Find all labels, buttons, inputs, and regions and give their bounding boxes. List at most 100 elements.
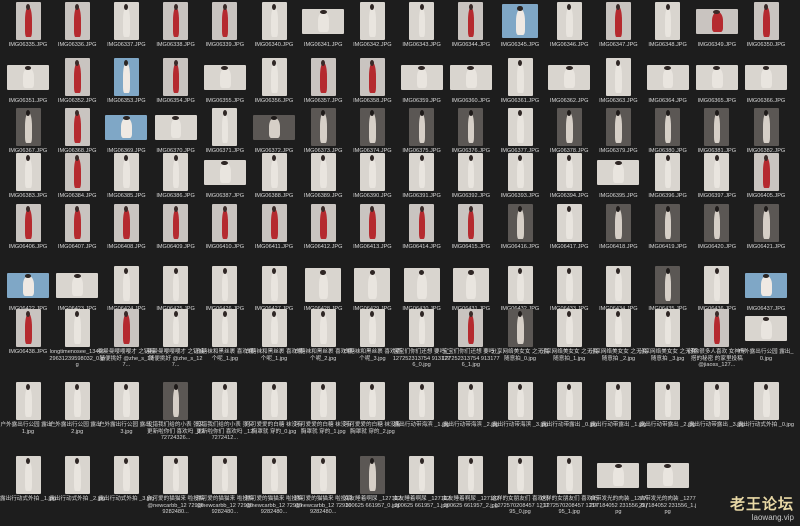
file-thumbnail[interactable] xyxy=(507,58,533,96)
file-thumbnail[interactable] xyxy=(458,456,484,494)
file-thumbnail[interactable] xyxy=(15,153,41,191)
file-thumbnail[interactable] xyxy=(704,153,730,191)
file-thumbnail[interactable] xyxy=(359,309,385,347)
file-thumbnail[interactable] xyxy=(261,309,287,347)
file-thumbnail[interactable] xyxy=(458,108,484,146)
file-thumbnail[interactable] xyxy=(458,2,484,40)
file-thumbnail[interactable] xyxy=(655,266,681,304)
file-thumbnail[interactable] xyxy=(64,2,90,40)
file-thumbnail[interactable] xyxy=(655,309,681,347)
file-thumbnail[interactable] xyxy=(597,159,640,185)
file-thumbnail[interactable] xyxy=(753,204,779,242)
file-thumbnail[interactable] xyxy=(605,58,631,96)
file-thumbnail[interactable] xyxy=(403,268,440,302)
file-thumbnail[interactable] xyxy=(655,153,681,191)
file-thumbnail[interactable] xyxy=(212,204,238,242)
file-thumbnail[interactable] xyxy=(163,2,189,40)
file-thumbnail[interactable] xyxy=(400,64,443,90)
file-thumbnail[interactable] xyxy=(310,204,336,242)
file-thumbnail[interactable] xyxy=(212,382,238,420)
file-thumbnail[interactable] xyxy=(56,272,99,298)
file-thumbnail[interactable] xyxy=(7,64,49,90)
file-thumbnail[interactable] xyxy=(704,266,730,304)
file-thumbnail[interactable] xyxy=(548,64,591,90)
file-thumbnail[interactable] xyxy=(64,108,90,146)
file-thumbnail[interactable] xyxy=(163,153,189,191)
file-thumbnail[interactable] xyxy=(203,159,246,185)
file-thumbnail[interactable] xyxy=(409,382,435,420)
file-thumbnail[interactable] xyxy=(15,204,41,242)
file-thumbnail[interactable] xyxy=(359,2,385,40)
file-thumbnail[interactable] xyxy=(458,309,484,347)
file-thumbnail[interactable] xyxy=(409,309,435,347)
file-thumbnail[interactable] xyxy=(261,382,287,420)
file-thumbnail[interactable] xyxy=(261,153,287,191)
file-thumbnail[interactable] xyxy=(163,456,189,494)
file-thumbnail[interactable] xyxy=(261,266,287,304)
file-thumbnail[interactable] xyxy=(605,204,631,242)
file-thumbnail[interactable] xyxy=(310,456,336,494)
file-thumbnail[interactable] xyxy=(113,456,139,494)
file-thumbnail[interactable] xyxy=(253,114,295,140)
file-thumbnail[interactable] xyxy=(655,108,681,146)
file-thumbnail[interactable] xyxy=(310,382,336,420)
file-thumbnail[interactable] xyxy=(15,382,41,420)
file-thumbnail[interactable] xyxy=(646,64,689,90)
file-thumbnail[interactable] xyxy=(745,315,787,341)
file-thumbnail[interactable] xyxy=(113,58,139,96)
file-thumbnail[interactable] xyxy=(113,2,139,40)
file-thumbnail[interactable] xyxy=(605,309,631,347)
file-thumbnail[interactable] xyxy=(458,204,484,242)
file-thumbnail[interactable] xyxy=(409,204,435,242)
file-thumbnail[interactable] xyxy=(704,309,730,347)
file-thumbnail[interactable] xyxy=(203,64,246,90)
file-thumbnail[interactable] xyxy=(163,58,189,96)
file-thumbnail[interactable] xyxy=(310,58,336,96)
file-thumbnail[interactable] xyxy=(409,108,435,146)
file-thumbnail[interactable] xyxy=(605,382,631,420)
file-thumbnail[interactable] xyxy=(745,64,787,90)
file-thumbnail[interactable] xyxy=(64,204,90,242)
file-thumbnail[interactable] xyxy=(310,309,336,347)
file-thumbnail[interactable] xyxy=(359,108,385,146)
file-thumbnail[interactable] xyxy=(113,266,139,304)
file-thumbnail[interactable] xyxy=(704,108,730,146)
file-thumbnail[interactable] xyxy=(507,108,533,146)
file-thumbnail[interactable] xyxy=(15,2,41,40)
file-thumbnail[interactable] xyxy=(163,204,189,242)
file-thumbnail[interactable] xyxy=(507,309,533,347)
file-thumbnail[interactable] xyxy=(556,153,582,191)
file-thumbnail[interactable] xyxy=(556,456,582,494)
file-thumbnail[interactable] xyxy=(359,382,385,420)
file-thumbnail[interactable] xyxy=(605,266,631,304)
file-thumbnail[interactable] xyxy=(507,456,533,494)
file-thumbnail[interactable] xyxy=(212,456,238,494)
file-thumbnail[interactable] xyxy=(704,382,730,420)
file-thumbnail[interactable] xyxy=(745,272,787,298)
file-thumbnail[interactable] xyxy=(64,382,90,420)
file-thumbnail[interactable] xyxy=(359,204,385,242)
file-thumbnail[interactable] xyxy=(154,114,197,140)
file-thumbnail[interactable] xyxy=(359,58,385,96)
file-thumbnail[interactable] xyxy=(449,64,492,90)
file-thumbnail[interactable] xyxy=(302,8,345,34)
file-thumbnail[interactable] xyxy=(113,204,139,242)
file-thumbnail[interactable] xyxy=(15,108,41,146)
file-thumbnail[interactable] xyxy=(556,204,582,242)
file-thumbnail[interactable] xyxy=(113,153,139,191)
file-thumbnail[interactable] xyxy=(556,108,582,146)
file-thumbnail[interactable] xyxy=(753,108,779,146)
file-thumbnail[interactable] xyxy=(502,4,538,38)
file-thumbnail[interactable] xyxy=(64,58,90,96)
file-thumbnail[interactable] xyxy=(212,2,238,40)
file-thumbnail[interactable] xyxy=(753,153,779,191)
file-thumbnail[interactable] xyxy=(556,266,582,304)
file-thumbnail[interactable] xyxy=(556,382,582,420)
file-thumbnail[interactable] xyxy=(655,2,681,40)
file-thumbnail[interactable] xyxy=(655,382,681,420)
file-thumbnail[interactable] xyxy=(753,2,779,40)
file-thumbnail[interactable] xyxy=(163,382,189,420)
file-thumbnail[interactable] xyxy=(458,153,484,191)
file-thumbnail[interactable] xyxy=(655,204,681,242)
file-thumbnail[interactable] xyxy=(7,272,49,298)
